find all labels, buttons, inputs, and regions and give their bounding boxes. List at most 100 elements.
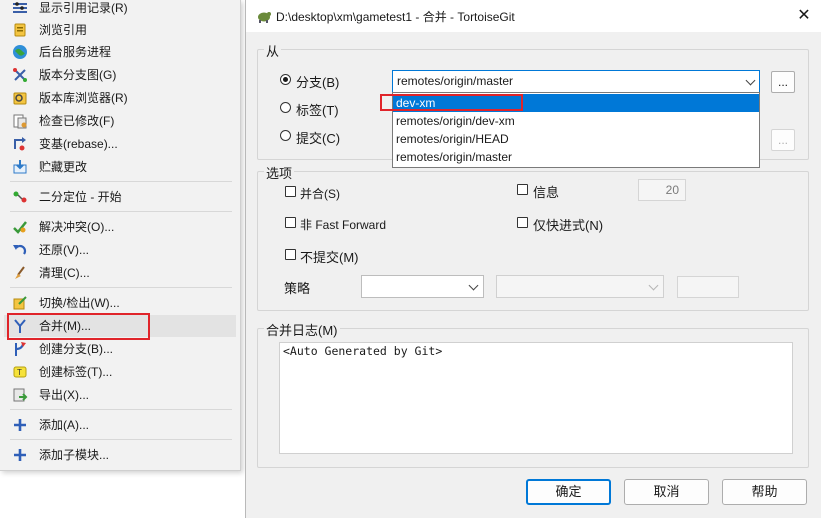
menu-item-create-tag[interactable]: T 创建标签(T)... [4,361,236,383]
menu-separator [10,439,232,440]
chevron-down-icon [648,280,659,291]
menu-item-label: 创建分支(B)... [39,342,113,356]
merge-log-text: <Auto Generated by Git> [283,344,443,358]
window-title: D:\desktop\xm\gametest1 - 合并 - TortoiseG… [276,10,515,24]
menu-item-cleanup[interactable]: 清理(C)... [4,262,236,284]
ff-only-checkbox-label: 仅快进式(N) [533,218,604,233]
dropdown-option[interactable]: remotes/origin/master [393,148,759,166]
menu-item-browse-refs[interactable]: 浏览引用 [4,19,236,41]
svg-text:T: T [17,368,22,377]
reflog-icon [13,2,27,13]
tortoisegit-icon [258,12,271,23]
squash-checkbox-label: 并合(S) [300,187,340,201]
branch-radio-label: 分支(B) [296,75,340,90]
menu-item-label: 解决冲突(O)... [39,220,115,234]
menu-item-export[interactable]: 导出(X)... [4,384,236,406]
strategy-param-field[interactable] [677,276,739,298]
menu-separator [10,211,232,212]
menu-item-check-modifications[interactable]: 检查已修改(F) [4,110,236,132]
menu-item-stash[interactable]: 贮藏更改 [4,156,236,178]
help-button[interactable]: 帮助 [722,479,807,505]
branch-select-value: remotes/origin/master [397,74,514,88]
bisect-icon [13,191,27,203]
menu-item-revision-graph[interactable]: 版本分支图(G) [4,64,236,86]
no-commit-checkbox[interactable] [285,249,296,260]
add-icon [14,419,26,431]
menu-item-label: 浏览引用 [39,23,88,37]
menu-item-label: 版本分支图(G) [39,68,117,82]
menu-item-show-reflog[interactable]: 显示引用记录(R) [4,0,236,19]
strategy-option-select[interactable] [496,275,664,298]
menu-item-label: 切换/检出(W)... [39,296,120,310]
log-count-field[interactable]: 20 [638,179,686,201]
merge-log-textarea[interactable]: <Auto Generated by Git> [279,342,793,454]
menu-item-label: 添加(A)... [39,418,89,432]
message-checkbox-label: 信息 [533,185,560,200]
menu-item-label: 添加子模块... [39,448,110,462]
menu-separator [10,409,232,410]
no-ff-checkbox[interactable] [285,217,296,228]
branch-browse-button[interactable]: ... [771,71,795,93]
add-submodule-icon [14,449,26,461]
menu-item-label: 还原(V)... [39,243,89,257]
switch-icon [13,296,27,310]
menu-item-label: 清理(C)... [39,266,90,280]
menu-item-rebase[interactable]: 变基(rebase)... [4,133,236,155]
menu-item-label: 版本库浏览器(R) [39,91,128,105]
revert-icon [13,244,27,255]
menu-item-label: 变基(rebase)... [39,137,118,151]
strategy-select[interactable] [361,275,484,298]
message-checkbox[interactable] [517,184,528,195]
dev-xm-highlight-box [380,94,523,111]
menu-item-add[interactable]: 添加(A)... [4,414,236,436]
cleanup-icon [15,266,25,279]
rebase-icon [14,137,26,151]
close-icon[interactable]: ✕ [794,6,814,26]
menu-item-label: 二分定位 - 开始 [39,190,122,204]
no-ff-checkbox-label: 非 Fast Forward [300,218,387,232]
merge-log-group-label: 合并日志(M) [264,320,340,339]
menu-item-revert[interactable]: 还原(V)... [4,239,236,261]
tag-radio[interactable] [280,102,291,113]
menu-item-label: 创建标签(T)... [39,365,113,379]
menu-item-create-branch[interactable]: 创建分支(B)... [4,338,236,360]
chevron-down-icon [745,75,756,86]
menu-item-bisect-start[interactable]: 二分定位 - 开始 [4,186,236,208]
commit-browse-button[interactable]: ... [771,129,795,151]
repo-browser-icon [13,92,27,105]
menu-item-add-submodule[interactable]: 添加子模块... [4,444,236,466]
ff-only-checkbox[interactable] [517,217,528,228]
dropdown-option[interactable]: remotes/origin/dev-xm [393,112,759,130]
dropdown-option[interactable]: remotes/origin/HEAD [393,130,759,148]
branch-icon [15,342,26,356]
browse-refs-icon [14,23,26,37]
options-group-label: 选项 [264,163,295,182]
branch-select[interactable]: remotes/origin/master [392,70,760,93]
ok-button[interactable]: 确定 [526,479,611,505]
no-commit-checkbox-label: 不提交(M) [300,250,359,265]
export-icon [13,388,28,402]
menu-item-switch-checkout[interactable]: 切换/检出(W)... [4,292,236,314]
daemon-icon [13,45,27,59]
branch-radio[interactable] [280,74,291,85]
commit-radio-label: 提交(C) [296,131,341,146]
commit-radio[interactable] [280,130,291,141]
tag-radio-label: 标签(T) [296,103,339,118]
stash-icon [13,160,27,174]
cancel-button[interactable]: 取消 [624,479,709,505]
merge-highlight-box [7,313,150,340]
squash-checkbox[interactable] [285,186,296,197]
menu-item-daemon[interactable]: 后台服务进程 [4,41,236,63]
menu-separator [10,181,232,182]
menu-item-resolve[interactable]: 解决冲突(O)... [4,216,236,238]
menu-item-label: 贮藏更改 [39,160,88,174]
context-menu: 显示引用记录(R) 浏览引用 后台服务进程 版本分支图(G) 版本库浏览器(R)… [0,0,241,471]
from-group-label: 从 [264,41,282,60]
merge-dialog: D:\desktop\xm\gametest1 - 合并 - TortoiseG… [245,0,821,518]
tag-icon: T [13,366,27,378]
menu-item-repo-browser[interactable]: 版本库浏览器(R) [4,87,236,109]
chevron-down-icon [468,280,479,291]
revision-graph-icon [13,68,27,82]
menu-item-label: 后台服务进程 [39,45,112,59]
menu-separator [10,287,232,288]
